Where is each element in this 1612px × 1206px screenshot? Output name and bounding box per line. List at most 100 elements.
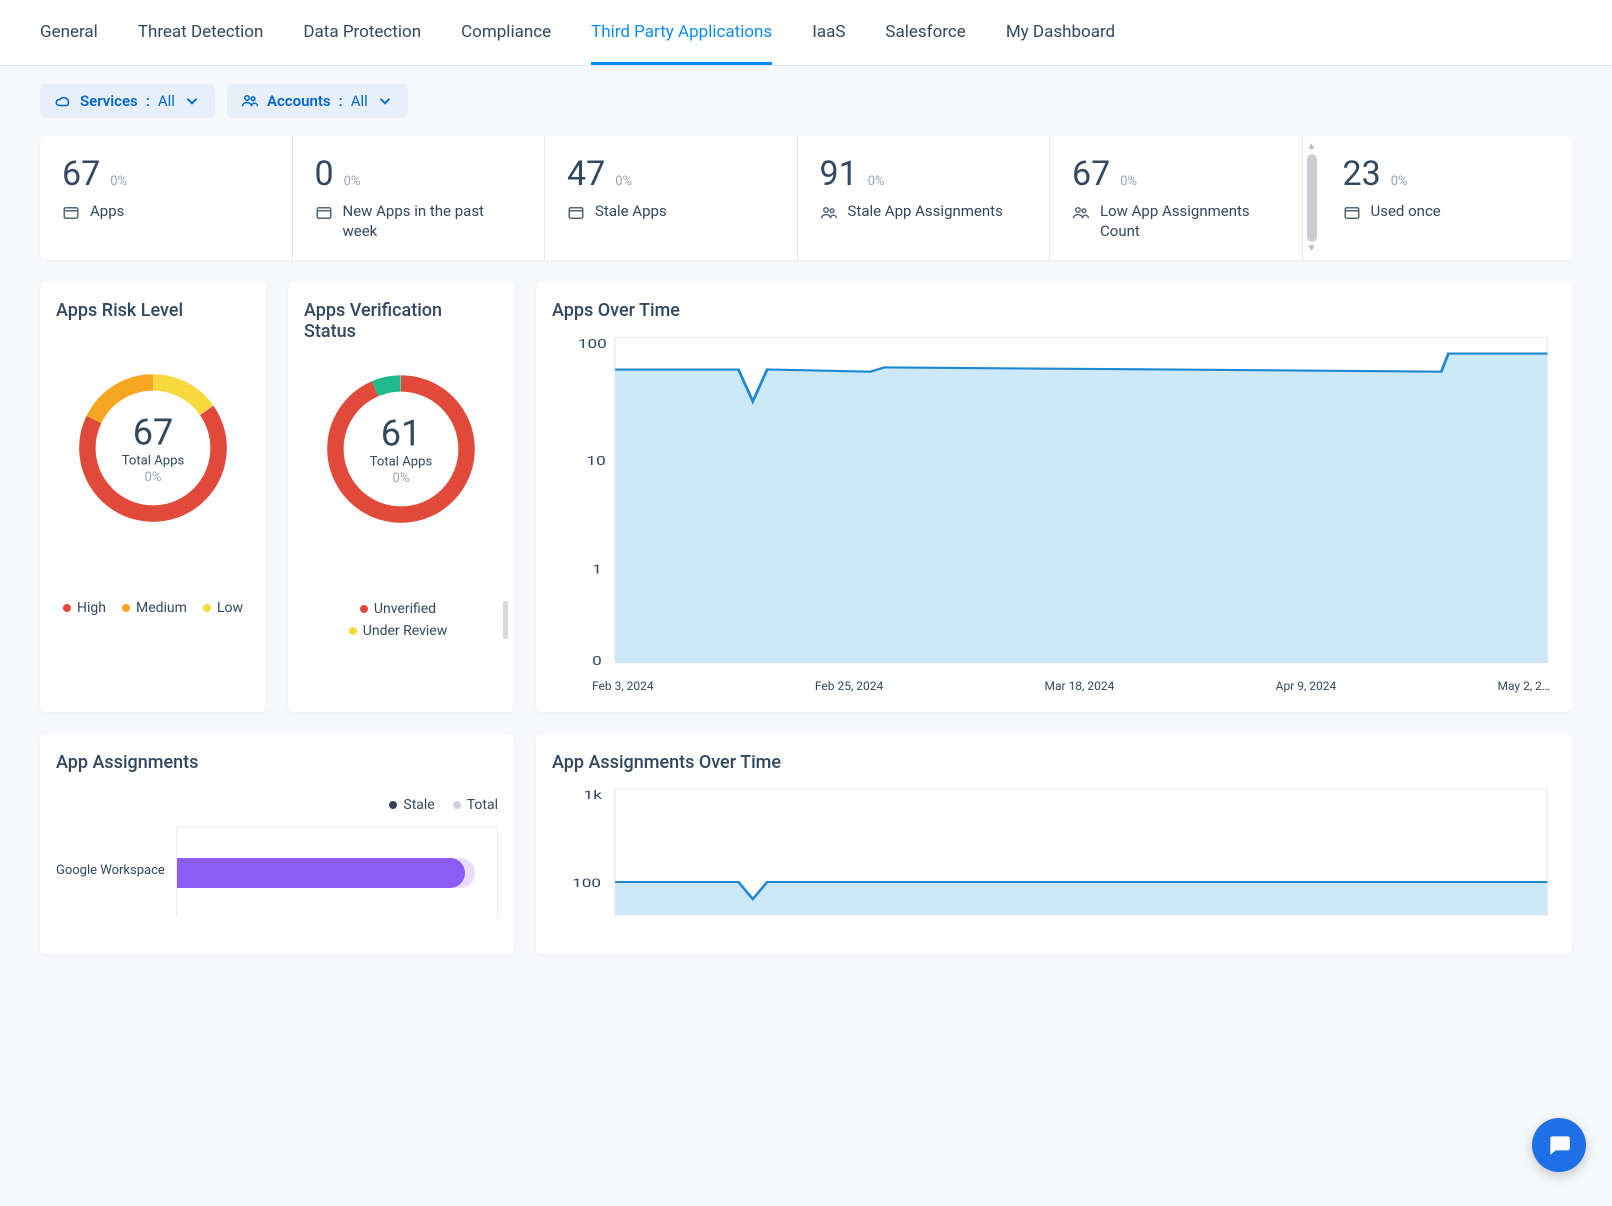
filter-accounts-label: Accounts [267, 92, 331, 110]
tab-my-dashboard[interactable]: My Dashboard [1006, 22, 1115, 65]
card-title: App Assignments [56, 752, 498, 773]
filter-accounts-value: All [351, 92, 368, 110]
bar-stale [177, 858, 465, 888]
window-icon [1343, 204, 1361, 222]
filter-accounts[interactable]: Accounts: All [227, 84, 408, 118]
dot-icon [360, 605, 368, 613]
stat-label: Apps [90, 202, 124, 222]
dot-icon [389, 801, 397, 809]
svg-text:0: 0 [592, 653, 602, 667]
svg-text:10: 10 [586, 453, 605, 468]
legend-item[interactable]: Total [453, 797, 498, 813]
stat-pct: 0% [615, 174, 632, 189]
stat-label: Used once [1371, 202, 1441, 222]
filter-services-value: All [158, 92, 175, 110]
svg-text:100: 100 [572, 876, 601, 891]
stat-used-once[interactable]: 23 0% Used once [1321, 136, 1573, 260]
stat-apps[interactable]: 670% Apps [40, 136, 293, 260]
chevron-down-icon [376, 92, 394, 110]
caret-up-icon: ▲ [1307, 142, 1317, 152]
stat-label: Low App Assignments Count [1100, 202, 1280, 241]
assignments-legend: Stale Total [56, 797, 498, 813]
chat-icon [1546, 1132, 1572, 1158]
chat-button[interactable] [1532, 1118, 1586, 1172]
stat-value: 47 [567, 154, 605, 194]
stat-scrollbar[interactable]: ▲ ▼ [1303, 136, 1321, 260]
dot-icon [349, 627, 357, 635]
legend-item[interactable]: Under Review [349, 623, 447, 639]
window-icon [62, 204, 80, 222]
legend-item[interactable]: Unverified [360, 601, 436, 617]
stat-label: Stale Apps [595, 202, 667, 222]
card-apps-over-time: Apps Over Time 100 10 1 0 Feb 3, 2024 Fe… [536, 282, 1572, 712]
stat-pct: 0% [1120, 174, 1137, 189]
stat-value: 67 [1072, 154, 1110, 194]
card-apps-verification-status: Apps Verification Status 61 Total Apps 0… [288, 282, 514, 712]
apps-over-time-chart: 100 10 1 0 [552, 327, 1556, 667]
people-icon [820, 204, 838, 222]
stat-pct: 0% [1391, 174, 1408, 189]
stat-low-assignments[interactable]: 67 0% Low App Assignments Count [1050, 136, 1303, 260]
stat-label: New Apps in the past week [343, 202, 523, 241]
tab-salesforce[interactable]: Salesforce [885, 22, 965, 65]
stat-strip: 670% Apps 00% New Apps in the past week … [40, 136, 1572, 260]
people-icon [1072, 204, 1090, 222]
donut-sub: Total Apps [370, 454, 433, 469]
stat-label: Stale App Assignments [848, 202, 1003, 222]
scrollbar-thumb[interactable] [1307, 154, 1317, 242]
cloud-icon [54, 92, 72, 110]
filter-services[interactable]: Services: All [40, 84, 215, 118]
svg-text:1: 1 [592, 562, 602, 577]
risk-donut-chart: 67 Total Apps 0% [71, 366, 235, 530]
legend-item[interactable]: High [63, 600, 106, 616]
dot-icon [203, 604, 211, 612]
legend-item[interactable]: Medium [122, 600, 187, 616]
chevron-down-icon [183, 92, 201, 110]
verify-donut-chart: 61 Total Apps 0% [319, 367, 483, 531]
donut-pct: 0% [393, 471, 410, 486]
donut-pct: 0% [145, 470, 162, 485]
stat-pct: 0% [868, 174, 885, 189]
people-icon [241, 92, 259, 110]
svg-text:100: 100 [578, 336, 607, 351]
tab-iaas[interactable]: IaaS [812, 22, 845, 65]
risk-legend: High Medium Low [56, 600, 250, 616]
window-icon [315, 204, 333, 222]
top-nav: General Threat Detection Data Protection… [0, 0, 1612, 66]
tab-compliance[interactable]: Compliance [461, 22, 551, 65]
stat-pct: 0% [110, 174, 127, 189]
tab-threat-detection[interactable]: Threat Detection [138, 22, 264, 65]
card-title: Apps Over Time [552, 300, 1556, 321]
card-title: Apps Verification Status [304, 300, 498, 342]
legend-item[interactable]: Low [203, 600, 243, 616]
donut-sub: Total Apps [122, 453, 185, 468]
card-apps-risk-level: Apps Risk Level 67 Total Apps 0% High Me… [40, 282, 266, 712]
stat-new-apps[interactable]: 00% New Apps in the past week [293, 136, 546, 260]
stat-value: 23 [1343, 154, 1381, 194]
verify-legend: Unverified Under Review [304, 601, 498, 639]
card-title: App Assignments Over Time [552, 752, 1556, 773]
assignments-over-time-chart: 1k 100 [552, 779, 1556, 919]
dot-icon [122, 604, 130, 612]
filter-services-label: Services [80, 92, 138, 110]
tab-third-party-applications[interactable]: Third Party Applications [591, 22, 772, 65]
tab-general[interactable]: General [40, 22, 98, 65]
card-app-assignments: App Assignments Stale Total Google Works… [40, 734, 514, 954]
page-body: Services: All Accounts: All 670% Apps 00… [0, 66, 1612, 1206]
card-title: Apps Risk Level [56, 300, 250, 321]
legend-item[interactable]: Stale [389, 797, 434, 813]
stat-stale-apps[interactable]: 47 0% Stale Apps [545, 136, 798, 260]
stat-stale-assignments[interactable]: 91 0% Stale App Assignments [798, 136, 1051, 260]
tab-data-protection[interactable]: Data Protection [303, 22, 421, 65]
svg-text:1k: 1k [584, 788, 603, 803]
donut-total: 61 [381, 413, 422, 455]
filter-row: Services: All Accounts: All [40, 84, 1572, 118]
stat-pct: 0% [344, 174, 361, 189]
assignments-bar-chart: Google Workspace [56, 827, 498, 917]
caret-down-icon: ▼ [1307, 244, 1317, 254]
dot-icon [63, 604, 71, 612]
window-icon [567, 204, 585, 222]
stat-value: 91 [820, 154, 858, 194]
x-axis: Feb 3, 2024 Feb 25, 2024 Mar 18, 2024 Ap… [552, 671, 1556, 693]
legend-scrollbar[interactable] [503, 601, 508, 639]
